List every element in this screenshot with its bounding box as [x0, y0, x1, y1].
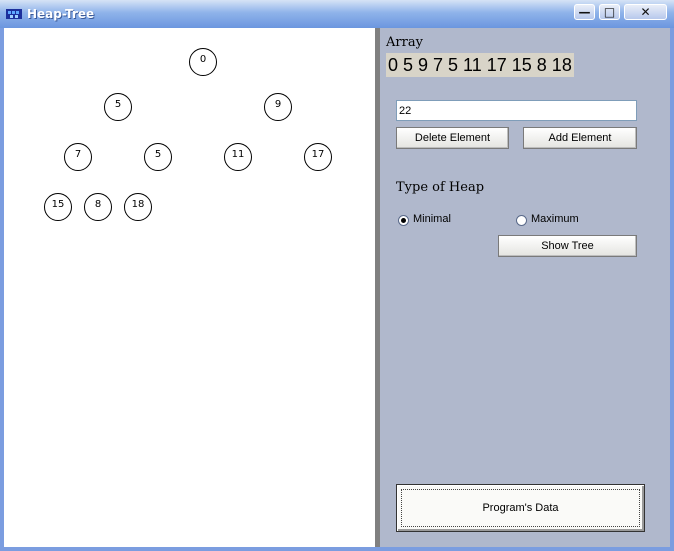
delete-element-button[interactable]: Delete Element [396, 127, 509, 149]
app-icon [6, 9, 22, 19]
tree-node-1: 5 [104, 93, 132, 121]
maximize-icon: □ [603, 5, 616, 19]
tree-node-0: 0 [189, 48, 217, 76]
window-frame-bottom [0, 547, 674, 551]
maximize-button[interactable]: □ [599, 4, 620, 20]
array-values: 0 5 9 7 5 11 17 15 8 18 [386, 53, 574, 77]
close-icon: ✕ [640, 5, 651, 19]
title-bar[interactable]: Heap-Tree — □ ✕ [0, 0, 674, 28]
radio-maximum-circle[interactable] [516, 215, 527, 226]
close-button[interactable]: ✕ [624, 4, 667, 20]
heap-type-label: Type of Heap [396, 180, 485, 195]
tree-node-8: 8 [84, 193, 112, 221]
radio-minimal-label: Minimal [413, 213, 451, 225]
radio-selected-dot [401, 218, 406, 223]
add-element-button[interactable]: Add Element [523, 127, 637, 149]
show-tree-button[interactable]: Show Tree [498, 235, 637, 257]
radio-minimal-circle[interactable] [398, 215, 409, 226]
tree-node-6: 17 [304, 143, 332, 171]
programs-data-button[interactable]: Program's Data [396, 484, 645, 532]
radio-maximum-label: Maximum [531, 213, 579, 225]
tree-node-3: 7 [64, 143, 92, 171]
tree-node-5: 11 [224, 143, 252, 171]
tree-node-2: 9 [264, 93, 292, 121]
tree-node-9: 18 [124, 193, 152, 221]
minimize-button[interactable]: — [574, 4, 595, 20]
array-label: Array [386, 35, 423, 50]
window-title: Heap-Tree [27, 7, 95, 21]
app-window: Heap-Tree — □ ✕ 0 5 9 7 5 11 17 15 8 18 … [0, 0, 674, 551]
element-input[interactable] [396, 100, 637, 121]
tree-node-7: 15 [44, 193, 72, 221]
tree-node-4: 5 [144, 143, 172, 171]
focus-rect [401, 489, 640, 527]
tree-canvas [4, 28, 375, 547]
window-frame-right [670, 28, 674, 551]
minimize-icon: — [578, 5, 591, 19]
